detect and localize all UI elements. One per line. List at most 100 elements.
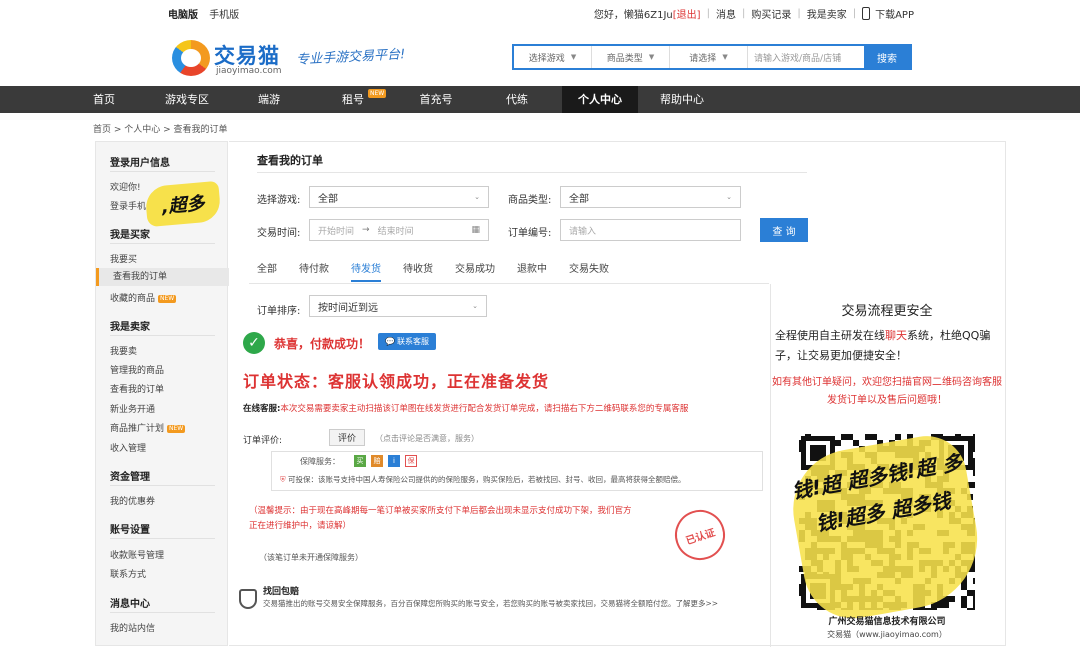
query-button[interactable]: 查 询 <box>760 218 808 242</box>
type-filter-select[interactable]: 全部 ⌄ <box>560 186 741 208</box>
main-content: 查看我的订单 选择游戏: 全部 ⌄ 商品类型: 全部 ⌄ 交易时间: 开始时间 → … <box>229 141 1006 647</box>
tab-pending-payment[interactable]: 待付款 <box>299 260 329 282</box>
pc-version-link[interactable]: 电脑版 <box>168 10 198 21</box>
top-bar: 电脑版 手机版 您好，懒猫6Z1Ju [退出] | 消息 | 购买记录 | 我是… <box>0 0 1080 26</box>
tab-pending-shipment[interactable]: 待发货 <box>351 260 381 282</box>
main-nav: 首页 游戏专区 端游 租号 NEW 首充号 代练 个人中心 帮助中心 <box>0 86 1080 113</box>
divider <box>110 335 215 336</box>
retrieve-title: 找回包赔 <box>263 587 300 597</box>
sidebar-item-inbox[interactable]: 我的站内信 <box>110 621 155 634</box>
search-button[interactable]: 搜索 <box>864 46 910 68</box>
sidebar-item-new-business[interactable]: 新业务开通 <box>110 402 155 415</box>
divider <box>110 171 215 172</box>
chevron-down-icon: ⌄ <box>726 193 732 201</box>
divider <box>110 243 215 244</box>
sidebar-item-manage-goods[interactable]: 管理我的商品 <box>110 363 164 376</box>
tab-refunding[interactable]: 退款中 <box>517 260 547 282</box>
sidebar-item-coupons[interactable]: 我的优惠券 <box>110 494 155 507</box>
separator: | <box>741 8 746 19</box>
game-filter-select[interactable]: 全部 ⌄ <box>309 186 489 208</box>
sidebar-item-buy[interactable]: 我要买 <box>110 252 137 265</box>
logo[interactable]: 交易猫 jiaoyimao.com <box>172 38 292 78</box>
sidebar-section-funds: 资金管理 <box>110 472 150 483</box>
new-badge: NEW <box>368 89 387 98</box>
retrieve-text[interactable]: 交易猫推出的账号交易安全保障服务，百分百保障您所购买的账号安全，若您购买的账号被… <box>263 598 763 609</box>
separator: | <box>797 8 801 19</box>
welcome-text: 欢迎你! <box>110 183 141 193</box>
contact-service-button[interactable]: 💬 联系客服 <box>378 333 436 350</box>
calendar-icon: ▦ <box>471 225 480 235</box>
shield-icon <box>239 589 257 609</box>
shield-icon: ⛨ <box>280 475 289 484</box>
date-range-input[interactable]: 开始时间 → 结束时间 ▦ <box>309 219 489 241</box>
rate-button[interactable]: 评价 <box>329 429 365 446</box>
sort-select[interactable]: 按时间近到远 ⌄ <box>309 295 487 317</box>
sidebar-item-promotion[interactable]: 商品推广计划 NEW <box>110 421 186 434</box>
online-service-notice: 在线客服:本次交易需要卖家主动扫描该订单图在线发货进行配合发货订单完成，请扫描右… <box>243 404 689 414</box>
sort-label: 订单排序: <box>257 306 301 317</box>
sidebar-section-seller: 我是卖家 <box>110 322 150 333</box>
sidebar-item-buyer-orders[interactable]: 查看我的订单 <box>96 268 229 286</box>
type-filter-label: 商品类型: <box>508 195 552 206</box>
tab-all[interactable]: 全部 <box>257 260 277 282</box>
insurance-icon[interactable]: 保 <box>405 455 417 467</box>
messages-link[interactable]: 消息 <box>716 6 736 21</box>
order-number-input[interactable]: 请输入 <box>560 219 741 241</box>
check-circle-icon: ✓ <box>243 332 265 354</box>
guarantee-icons: 买 赔 i 保 <box>354 455 417 467</box>
game-select[interactable]: 选择游戏 ▼ <box>514 46 592 68</box>
certified-stamp: 已认证 <box>668 503 732 567</box>
divider <box>110 485 215 486</box>
download-app-link[interactable]: 下载APP <box>875 6 914 21</box>
tab-failed[interactable]: 交易失败 <box>569 260 609 282</box>
mobile-version-link[interactable]: 手机版 <box>209 10 239 21</box>
info-icon[interactable]: i <box>388 455 400 467</box>
order-tabs: 全部 待付款 待发货 待收货 交易成功 退款中 交易失败 <box>257 260 631 282</box>
sidebar-item-sell[interactable]: 我要卖 <box>110 344 137 357</box>
nav-personal-center[interactable]: 个人中心 <box>562 86 638 113</box>
breadcrumb: 首页 > 个人中心 > 查看我的订单 <box>93 125 228 135</box>
divider <box>249 283 769 284</box>
type-select[interactable]: 商品类型 ▼ <box>592 46 670 68</box>
sidebar-item-income[interactable]: 收入管理 <box>110 441 146 454</box>
nav-home[interactable]: 首页 <box>78 86 130 113</box>
buy-service-icon[interactable]: 买 <box>354 455 366 467</box>
logout-link[interactable]: [退出] <box>673 6 701 21</box>
guarantee-label: 保障服务： <box>300 457 340 466</box>
platform-switch: 电脑版 手机版 <box>168 6 247 21</box>
rating-tip: （点击评论是否满意，服务） <box>375 434 479 443</box>
caret-down-icon: ▼ <box>570 53 577 61</box>
page-title: 查看我的订单 <box>257 154 323 167</box>
nav-games[interactable]: 游戏专区 <box>155 86 219 113</box>
sidebar-item-seller-orders[interactable]: 查看我的订单 <box>110 382 164 395</box>
compensation-icon[interactable]: 赔 <box>371 455 383 467</box>
slogan: 专业手游交易平台! <box>295 47 406 68</box>
sidebar-section-messages: 消息中心 <box>110 599 150 610</box>
purchase-records-link[interactable]: 购买记录 <box>751 6 791 21</box>
new-badge: NEW <box>158 294 177 303</box>
guarantee-box: 保障服务： 买 赔 i 保 ⛨ 可投保：该账号支持中国人寿保险公司提供的的保险服… <box>271 451 763 491</box>
sidebar-item-contact[interactable]: 联系方式 <box>110 567 146 580</box>
game-filter-label: 选择游戏: <box>257 195 301 206</box>
nav-first-charge[interactable]: 首充号 <box>408 86 464 113</box>
time-filter-label: 交易时间: <box>257 228 301 239</box>
order-number-label: 订单编号: <box>508 228 552 239</box>
seller-link[interactable]: 我是卖家 <box>807 6 847 21</box>
nav-pc-games[interactable]: 端游 <box>244 86 294 113</box>
sidebar-item-favorites[interactable]: 收藏的商品 NEW <box>110 291 177 304</box>
header: 交易猫 jiaoyimao.com 专业手游交易平台! 选择游戏 ▼ 商品类型 ▼ … <box>0 26 1080 86</box>
tab-success[interactable]: 交易成功 <box>455 260 495 282</box>
sidebar-section-account: 账号设置 <box>110 525 150 536</box>
qr-notice: 如有其他订单疑问，欢迎您扫描官网二维码咨询客服发货订单以及售后问题哦！ <box>772 377 1002 406</box>
warm-tip: （温馨提示：由于现在高峰期每一笔订单被买家所支付下单后都会出现未显示支付成功下架… <box>249 506 632 531</box>
nav-boost[interactable]: 代练 <box>494 86 540 113</box>
tab-pending-receipt[interactable]: 待收货 <box>403 260 433 282</box>
sidebar-item-payment-account[interactable]: 收款账号管理 <box>110 548 164 561</box>
greeting: 您好，懒猫6Z1Ju <box>593 10 673 21</box>
choose-select[interactable]: 请选择 ▼ <box>670 46 748 68</box>
search-bar: 选择游戏 ▼ 商品类型 ▼ 请选择 ▼ 请输入游戏/商品/店铺 搜索 <box>512 44 912 70</box>
chevron-down-icon: ⌄ <box>472 302 478 310</box>
logo-domain: jiaoyimao.com <box>216 66 282 76</box>
nav-help[interactable]: 帮助中心 <box>650 86 714 113</box>
search-input[interactable]: 请输入游戏/商品/店铺 <box>748 46 864 68</box>
